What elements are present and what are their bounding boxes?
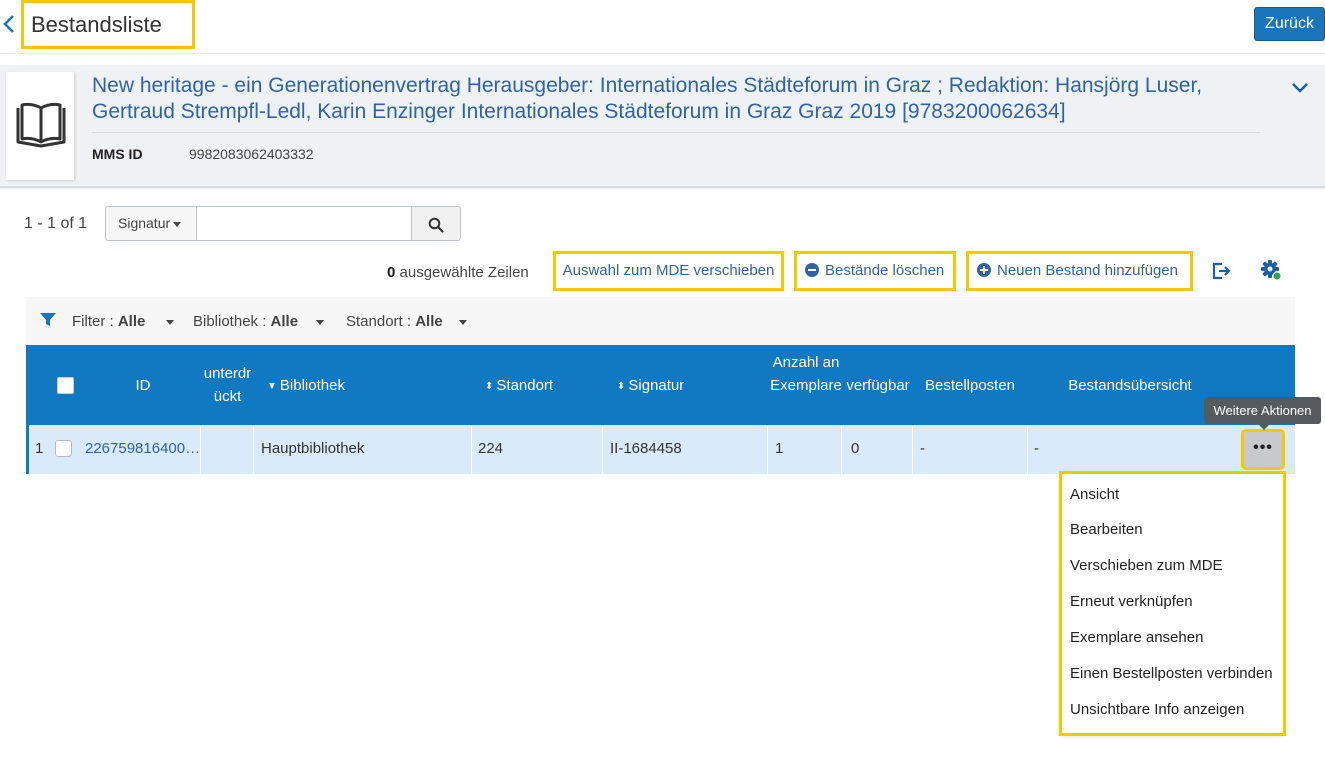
delete-holdings-button[interactable]: Bestände löschen [794,251,956,291]
add-holding-button[interactable]: Neuen Bestand hinzufügen [966,251,1193,291]
row-checkbox[interactable] [55,440,72,457]
move-to-mde-button[interactable]: Auswahl zum MDE verschieben [553,251,784,291]
search-input[interactable] [196,206,412,241]
menu-item-view[interactable]: Ansicht [1070,486,1119,503]
mms-id-value: 9982083062403332 [189,146,314,162]
menu-item-view-items[interactable]: Exemplare ansehen [1070,629,1203,646]
cell-divider [200,426,201,474]
menu-item-edit[interactable]: Bearbeiten [1070,521,1143,538]
record-title[interactable]: New heritage - ein Generationenvertrag H… [92,73,1252,125]
selected-rows-label: ausgewählte Zeilen [395,264,529,281]
cell-divider [767,426,768,474]
cell-callnumber: II-1684458 [610,440,682,457]
filter-label: Standort : [346,313,412,330]
back-button[interactable]: Zurück [1254,7,1325,41]
expand-chevron-icon[interactable] [1291,81,1309,95]
column-header-available[interactable]: verfügbar [841,374,915,397]
sort-icon: ⬍ [617,381,626,392]
search-scope-dropdown[interactable]: Signatur [105,206,197,241]
column-header-library-label: Bibliothek [279,377,345,394]
filter-dropdown-library[interactable]: Bibliothek : Alle [193,313,325,330]
filter-label: Filter : [72,313,114,330]
mms-id-label: MMS ID [92,146,143,162]
column-header-location[interactable]: ⬍ Standort [485,374,553,398]
more-actions-button[interactable]: ••• [1241,429,1285,470]
header-divider [0,53,1325,54]
export-icon[interactable] [1210,260,1232,282]
column-header-location-label: Standort [496,377,554,394]
menu-item-link-order-line[interactable]: Einen Bestellposten verbinden [1070,665,1273,682]
cell-available: 0 [851,440,860,457]
column-header-summary[interactable]: Bestandsübersicht [1055,374,1205,397]
tooltip: Weitere Aktionen [1204,397,1321,430]
filter-value: Alle [270,313,299,330]
cell-library: Hauptbibliothek [261,440,365,457]
sort-icon: ⬍ [485,381,494,392]
column-header-id[interactable]: ID [120,374,166,397]
cell-divider [602,426,603,474]
caret-down-icon [316,319,325,325]
menu-item-show-hidden-info[interactable]: Unsichtbare Info anzeigen [1070,701,1244,718]
cell-summary: - [1034,440,1039,457]
card-divider [92,132,1260,133]
gear-icon[interactable] [1260,259,1282,281]
menu-item-move-to-mde[interactable]: Verschieben zum MDE [1070,557,1223,574]
row-index: 1 [35,440,44,457]
delete-holdings-label: Bestände löschen [825,262,945,279]
column-header-order-lines[interactable]: Bestellposten [920,374,1020,397]
search-icon [428,217,444,233]
caret-down-icon [173,221,182,227]
sort-desc-icon: ▼ [267,381,277,392]
book-icon [12,96,70,154]
holding-id-link[interactable]: 226759816400… [85,440,200,457]
cell-divider [471,426,472,474]
selected-rows: 0 ausgewählte Zeilen [387,264,529,281]
minus-circle-icon [805,263,819,277]
add-holding-label: Neuen Bestand hinzufügen [997,262,1178,279]
filter-value: Alle [415,313,443,330]
back-chevron-icon[interactable] [2,14,16,34]
cell-divider [253,426,254,474]
search-button[interactable] [411,206,461,241]
cell-location: 224 [478,440,504,457]
plus-circle-icon [977,263,991,277]
filter-value: Alle [117,313,146,330]
filter-dropdown-location[interactable]: Standort : Alle [346,313,467,330]
column-header-callnumber[interactable]: ⬍ Signatur [617,374,684,398]
cell-divider [841,426,842,474]
select-all-checkbox[interactable] [57,377,74,394]
column-header-library[interactable]: ▼ Bibliothek [267,374,345,398]
caret-down-icon [458,319,467,325]
cell-order-lines: - [920,440,925,457]
page-title: Bestandsliste [21,0,195,49]
filter-dropdown-status[interactable]: Filter : Alle [72,313,174,330]
more-icon: ••• [1253,439,1273,456]
menu-item-relink[interactable]: Erneut verknüpfen [1070,593,1193,610]
caret-down-icon [165,319,174,325]
column-header-item-count[interactable]: Anzahl an Exemplare [768,351,844,397]
cell-item-count: 1 [775,440,784,457]
filter-icon [40,313,56,327]
filter-label: Bibliothek : [193,313,267,330]
result-count: 1 - 1 of 1 [24,215,88,232]
column-header-suppressed[interactable]: unterdrückt [200,362,255,408]
cell-divider [1027,426,1028,474]
cell-divider [912,426,913,474]
column-header-callnumber-label: Signatur [628,377,685,394]
search-scope-label: Signatur [118,215,171,231]
